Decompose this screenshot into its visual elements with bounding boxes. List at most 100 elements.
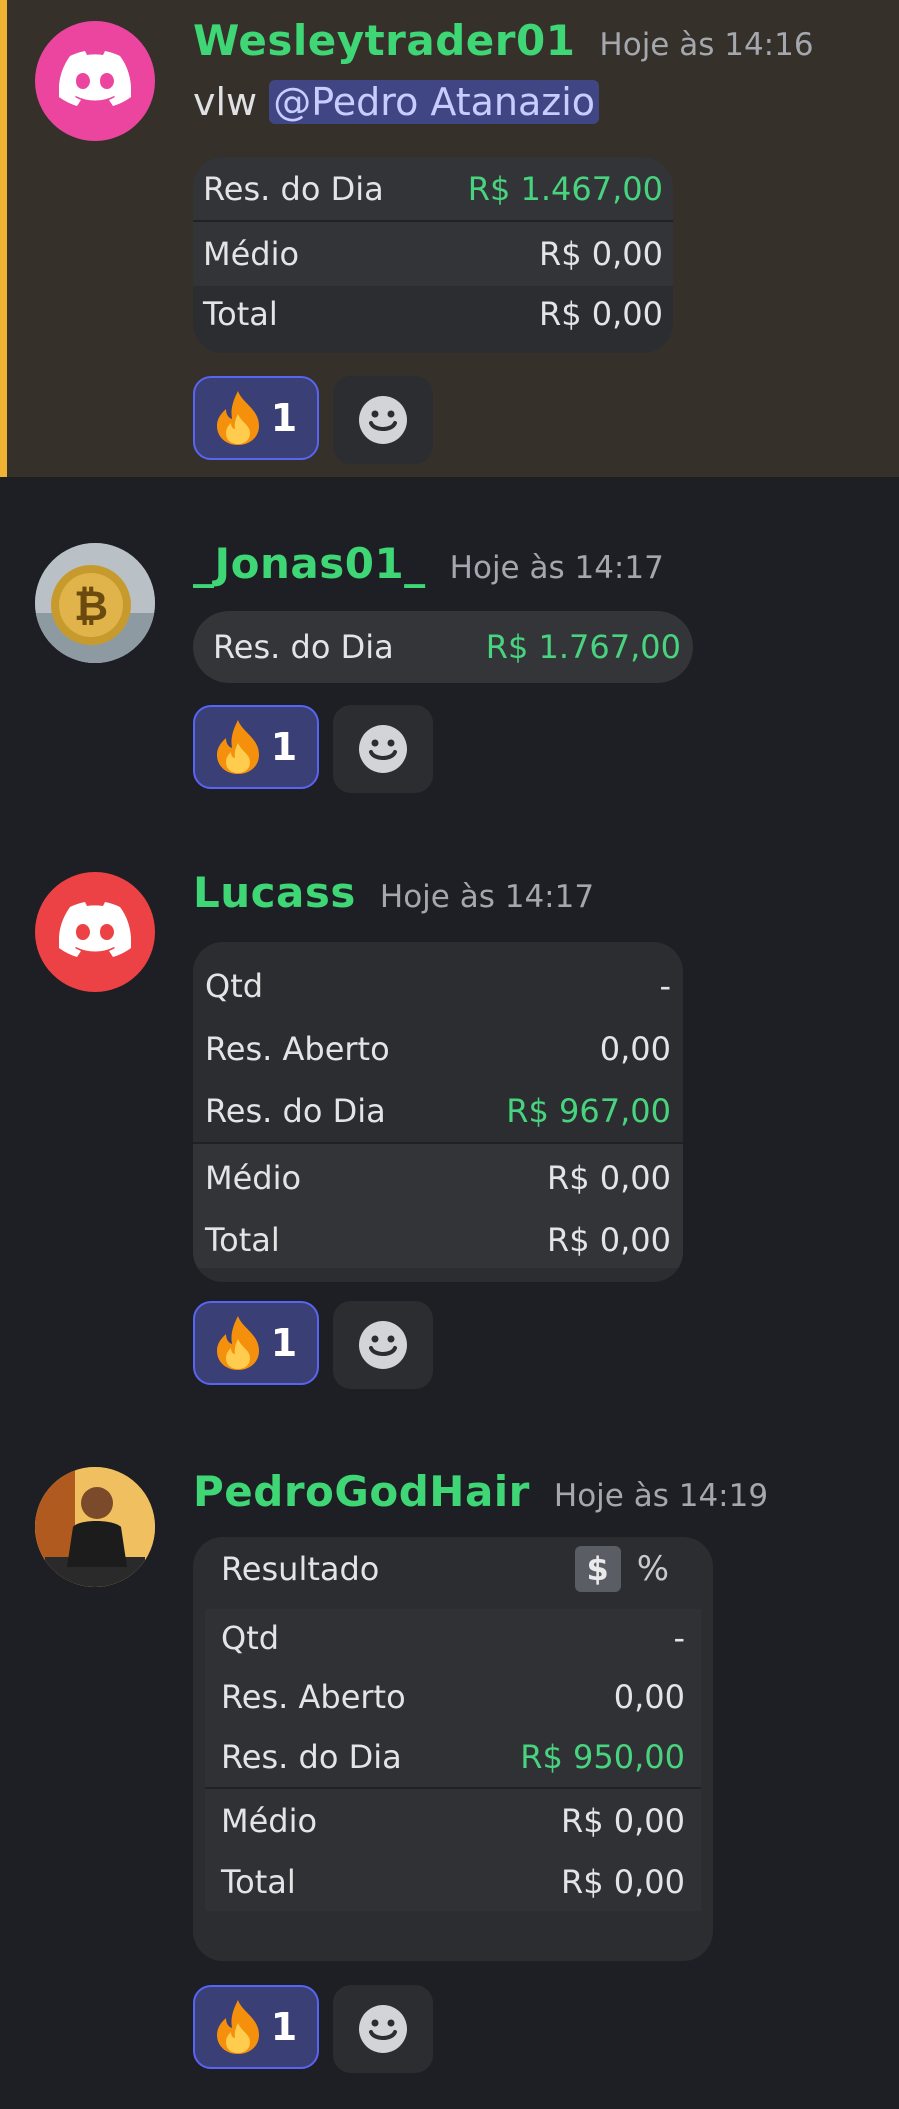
- reaction-count: 1: [270, 1321, 298, 1365]
- user-mention[interactable]: @Pedro Atanazio: [269, 80, 600, 124]
- fire-emoji-icon: [216, 720, 259, 774]
- reactions-bar: 1: [193, 1301, 433, 1389]
- trade-result-card: Resultado $ % Qtd - Res. Aberto 0,00 Res…: [193, 1537, 713, 1961]
- fire-reaction-button[interactable]: 1: [193, 1301, 319, 1385]
- row-label: Res. do Dia: [205, 1092, 386, 1130]
- percent-toggle-button[interactable]: %: [637, 1549, 669, 1589]
- add-reaction-button[interactable]: [333, 1301, 433, 1389]
- card-row: Res. Aberto 0,00: [205, 1667, 701, 1727]
- reaction-count: 1: [270, 2005, 298, 2049]
- add-reaction-icon: [359, 396, 407, 444]
- card-row: Médio R$ 0,00: [193, 222, 673, 286]
- row-label: Total: [221, 1863, 296, 1901]
- message-text-body: vlw: [193, 80, 258, 124]
- result-label: Resultado: [221, 1550, 380, 1588]
- add-reaction-icon: [359, 725, 407, 773]
- card-row: Total R$ 0,00: [193, 286, 673, 342]
- card-row: Médio R$ 0,00: [205, 1789, 701, 1853]
- row-label: Qtd: [221, 1619, 280, 1657]
- row-value: -: [659, 967, 671, 1005]
- result-table: Qtd - Res. Aberto 0,00 Res. do Dia R$ 95…: [205, 1609, 701, 1911]
- user-photo-icon: [35, 1467, 155, 1587]
- reactions-bar: 1: [193, 1985, 433, 2073]
- add-reaction-button[interactable]: [333, 376, 433, 464]
- bitcoin-avatar[interactable]: ₿: [35, 543, 155, 663]
- trade-result-card: Qtd - Res. Aberto 0,00 Res. do Dia R$ 96…: [193, 942, 683, 1282]
- row-label: Res. do Dia: [203, 169, 384, 208]
- fire-reaction-button[interactable]: 1: [193, 376, 319, 460]
- discord-logo-icon: [59, 902, 131, 957]
- timestamp: Hoje às 14:19: [553, 1478, 769, 1514]
- fire-emoji-icon: [216, 391, 259, 445]
- discord-avatar-pink[interactable]: [35, 21, 155, 141]
- row-value: 0,00: [613, 1678, 685, 1716]
- username[interactable]: _Jonas01_: [193, 539, 426, 588]
- row-value: 0,00: [599, 1030, 671, 1068]
- username[interactable]: Wesleytrader01: [193, 16, 575, 65]
- row-value: R$ 967,00: [506, 1092, 671, 1130]
- fire-reaction-button[interactable]: 1: [193, 705, 319, 789]
- row-value: R$ 0,00: [546, 1221, 671, 1259]
- timestamp: Hoje às 14:17: [449, 550, 664, 586]
- reaction-count: 1: [270, 725, 298, 769]
- add-reaction-icon: [359, 2005, 407, 2053]
- row-value: R$ 0,00: [538, 235, 663, 273]
- card-row: Total R$ 0,00: [205, 1853, 701, 1911]
- message-lucass: Lucass Hoje às 14:17 Qtd - Res. Aberto 0…: [0, 807, 899, 1447]
- row-label: Res. do Dia: [213, 628, 394, 666]
- svg-text:₿: ₿: [74, 581, 108, 630]
- message-jonas01: ₿ _Jonas01_ Hoje às 14:17 Res. do Dia R$…: [0, 477, 899, 807]
- card-row: Res. do Dia R$ 950,00: [205, 1727, 701, 1787]
- card-row: Total R$ 0,00: [193, 1212, 683, 1268]
- card-row: Res. do Dia R$ 1.767,00: [193, 611, 693, 683]
- row-value: R$ 950,00: [520, 1738, 685, 1776]
- card-row: Qtd -: [205, 1609, 701, 1667]
- trade-result-card: Res. do Dia R$ 1.767,00: [193, 611, 693, 683]
- row-label: Qtd: [205, 967, 264, 1005]
- user-photo-avatar[interactable]: [35, 1467, 155, 1587]
- row-label: Médio: [205, 1159, 302, 1197]
- card-row: Res. do Dia R$ 1.467,00: [193, 157, 673, 220]
- add-reaction-button[interactable]: [333, 705, 433, 793]
- row-value: R$ 0,00: [560, 1863, 685, 1901]
- reaction-count: 1: [270, 396, 298, 440]
- row-value: -: [673, 1619, 685, 1657]
- add-reaction-button[interactable]: [333, 1985, 433, 2073]
- message-pedrogodhair: PedroGodHair Hoje às 14:19 Resultado $ %…: [0, 1447, 899, 2109]
- row-value: R$ 0,00: [560, 1802, 685, 1840]
- row-label: Res. do Dia: [221, 1738, 402, 1776]
- username[interactable]: Lucass: [193, 868, 356, 917]
- message-wesleytrader01: Wesleytrader01 Hoje às 14:16 vlw @Pedro …: [0, 0, 899, 477]
- dollar-toggle-button[interactable]: $: [574, 1546, 621, 1592]
- reactions-bar: 1: [193, 705, 433, 793]
- card-row: Res. Aberto 0,00: [193, 1018, 683, 1080]
- row-value: R$ 1.767,00: [485, 628, 681, 666]
- trade-result-card: Res. do Dia R$ 1.467,00 Médio R$ 0,00 To…: [193, 157, 673, 353]
- card-header: Resultado $ %: [193, 1537, 713, 1601]
- row-value: R$ 0,00: [546, 1159, 671, 1197]
- fire-emoji-icon: [216, 2000, 259, 2054]
- row-label: Res. Aberto: [205, 1030, 390, 1068]
- reactions-bar: 1: [193, 376, 433, 464]
- timestamp: Hoje às 14:17: [379, 879, 595, 915]
- row-label: Res. Aberto: [221, 1678, 406, 1716]
- discord-avatar-red[interactable]: [35, 872, 155, 992]
- username[interactable]: PedroGodHair: [193, 1467, 530, 1516]
- fire-reaction-button[interactable]: 1: [193, 1985, 319, 2069]
- card-row: Qtd -: [193, 954, 683, 1018]
- discord-logo-icon: [59, 51, 131, 106]
- row-value: R$ 0,00: [538, 295, 663, 333]
- add-reaction-icon: [359, 1321, 407, 1369]
- card-row: Médio R$ 0,00: [193, 1144, 683, 1212]
- row-label: Médio: [203, 235, 300, 273]
- unit-toggle: $ %: [574, 1546, 697, 1592]
- row-label: Total: [203, 295, 278, 333]
- row-label: Médio: [221, 1802, 318, 1840]
- message-text: vlw @Pedro Atanazio: [193, 80, 600, 124]
- timestamp: Hoje às 14:16: [599, 27, 814, 63]
- row-value: R$ 1.467,00: [467, 169, 663, 208]
- bitcoin-coin-icon: ₿: [35, 543, 155, 663]
- card-row: Res. do Dia R$ 967,00: [193, 1080, 683, 1142]
- row-label: Total: [205, 1221, 280, 1259]
- fire-emoji-icon: [216, 1316, 259, 1370]
